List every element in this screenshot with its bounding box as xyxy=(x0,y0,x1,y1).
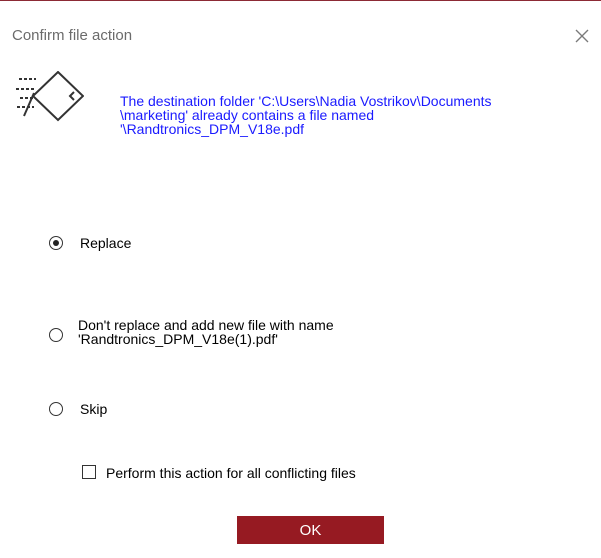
rename-label[interactable]: Don't replace and add new file with name… xyxy=(78,318,334,346)
dialog-title: Confirm file action xyxy=(12,27,133,44)
replace-label[interactable]: Replace xyxy=(80,236,131,250)
replace-radio[interactable] xyxy=(49,236,63,250)
message-line: \marketing' already contains a file name… xyxy=(120,107,375,123)
rename-radio[interactable] xyxy=(49,328,63,342)
conflict-message: The destination folder 'C:\Users\Nadia V… xyxy=(120,94,590,136)
message-line: '\Randtronics_DPM_V18e.pdf xyxy=(120,121,304,137)
apply-to-all-label[interactable]: Perform this action for all conflicting … xyxy=(106,466,356,480)
skip-label[interactable]: Skip xyxy=(80,402,107,416)
rename-label-line: 'Randtronics_DPM_V18e(1).pdf' xyxy=(78,331,278,347)
window-top-border xyxy=(0,0,601,1)
apply-to-all-checkbox[interactable] xyxy=(82,465,96,479)
rename-label-line: Don't replace and add new file with name xyxy=(78,317,334,333)
skip-radio[interactable] xyxy=(49,402,63,416)
ok-button[interactable]: OK xyxy=(237,516,384,544)
close-icon[interactable] xyxy=(573,27,591,45)
file-transfer-icon xyxy=(16,71,84,122)
message-line: The destination folder 'C:\Users\Nadia V… xyxy=(120,93,492,109)
